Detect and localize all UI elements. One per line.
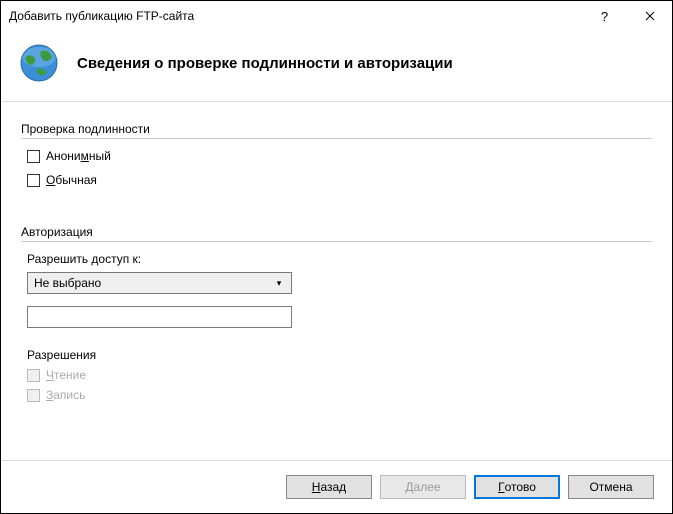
basic-checkbox-row[interactable]: Обычная xyxy=(27,173,652,187)
globe-icon xyxy=(19,43,59,83)
authorization-text-input[interactable] xyxy=(27,306,292,328)
permissions-label: Разрешения xyxy=(27,348,652,362)
divider xyxy=(21,241,652,242)
basic-label: Обычная xyxy=(46,173,97,187)
back-button[interactable]: Назад xyxy=(286,475,372,499)
finish-button[interactable]: Готово xyxy=(474,475,560,499)
content-area: Проверка подлинности Анонимный Обычная А… xyxy=(1,102,672,460)
help-button[interactable]: ? xyxy=(582,1,627,31)
allow-access-select[interactable]: Не выбрано ▾ xyxy=(27,272,292,294)
read-checkbox-row: Чтение xyxy=(27,368,652,382)
next-button: Далее xyxy=(380,475,466,499)
titlebar: Добавить публикацию FTP-сайта ? xyxy=(1,1,672,31)
page-title: Сведения о проверке подлинности и автори… xyxy=(77,55,453,72)
write-checkbox-row: Запись xyxy=(27,388,652,402)
anonymous-label: Анонимный xyxy=(46,149,111,163)
write-checkbox xyxy=(27,389,40,402)
close-button[interactable] xyxy=(627,1,672,31)
select-value: Не выбрано xyxy=(34,276,101,290)
divider xyxy=(21,138,652,139)
auth-group-label: Проверка подлинности xyxy=(21,122,652,136)
authorization-group-label: Авторизация xyxy=(21,225,652,239)
chevron-down-icon: ▾ xyxy=(271,278,287,289)
basic-checkbox[interactable] xyxy=(27,174,40,187)
anonymous-checkbox[interactable] xyxy=(27,150,40,163)
close-icon xyxy=(645,11,655,21)
allow-access-label: Разрешить доступ к: xyxy=(27,252,652,266)
read-label: Чтение xyxy=(46,368,86,382)
wizard-footer: Назад Далее Готово Отмена xyxy=(1,460,672,513)
read-checkbox xyxy=(27,369,40,382)
anonymous-checkbox-row[interactable]: Анонимный xyxy=(27,149,652,163)
write-label: Запись xyxy=(46,388,85,402)
cancel-button[interactable]: Отмена xyxy=(568,475,654,499)
wizard-header: Сведения о проверке подлинности и автори… xyxy=(1,31,672,102)
window-title: Добавить публикацию FTP-сайта xyxy=(9,9,582,23)
